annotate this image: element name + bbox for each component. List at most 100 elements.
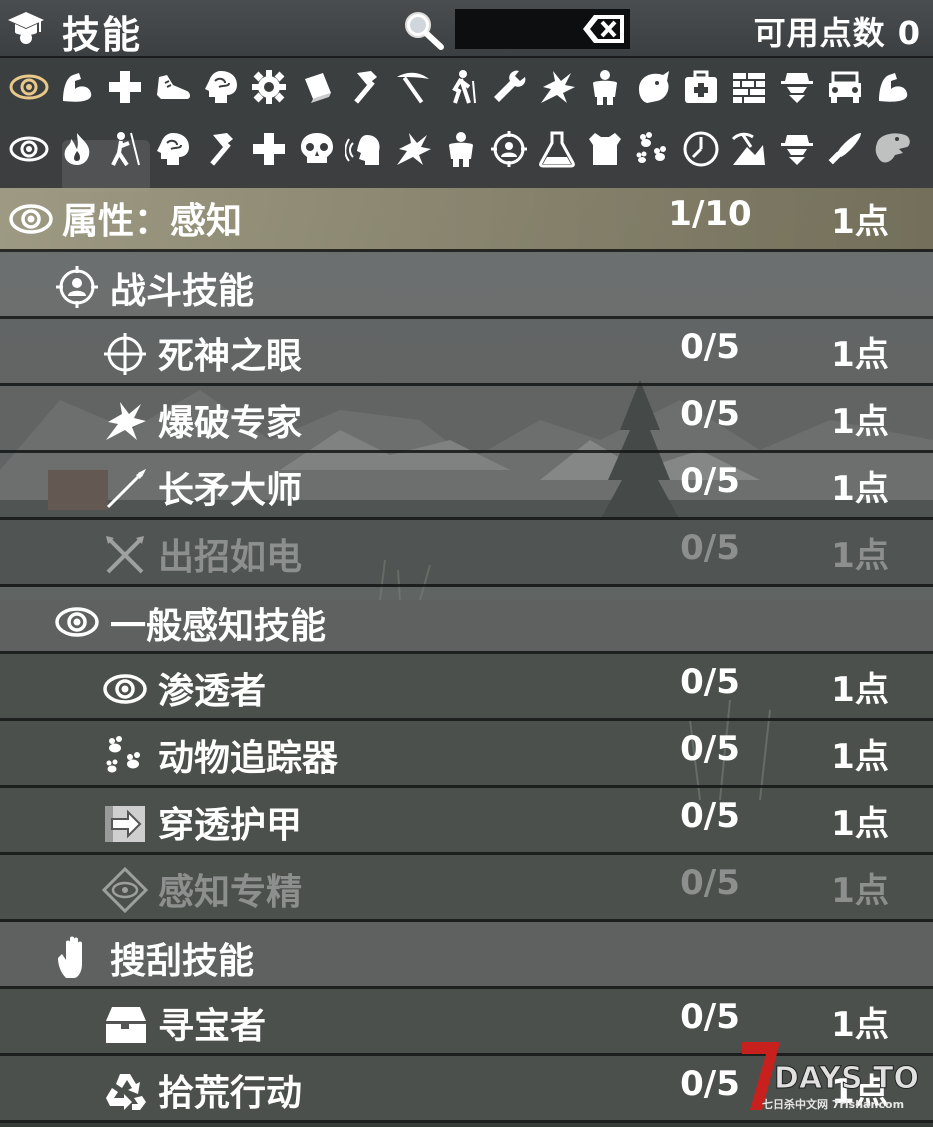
fire-icon[interactable] (54, 126, 100, 172)
target-portrait-icon (54, 264, 100, 310)
shout-head-icon[interactable] (342, 126, 388, 172)
skill-cost: 1点 (831, 335, 889, 375)
medical-cross-icon[interactable] (246, 126, 292, 172)
crosshair-icon (102, 331, 148, 377)
skill-level: 0/5 (680, 528, 740, 568)
skill-level: 0/5 (680, 327, 740, 367)
skill-name: 拾荒行动 (158, 1073, 303, 1114)
skill-cost: 1点 (831, 469, 889, 509)
knife-icon[interactable] (822, 126, 868, 172)
skill-name: 爆破专家 (158, 403, 303, 444)
header-bar: 技能 可用点数 0 (0, 0, 933, 58)
skill-row-demolitions[interactable]: 爆破专家 0/5 1点 (0, 386, 933, 453)
t-rex-icon[interactable] (870, 126, 916, 172)
skill-row-animal-tracker[interactable]: 动物追踪器 0/5 1点 (0, 721, 933, 788)
svg-text:DAYS TO DIE: DAYS TO DIE (774, 1061, 925, 1096)
points-available: 可用点数 0 (753, 14, 921, 52)
skill-cost: 1点 (831, 402, 889, 442)
pickaxe-icon[interactable] (390, 64, 436, 110)
skill-list: 属性：感知 1/10 1点 战斗技能 死神之眼 0/5 1点 爆破专家 0/5 … (0, 188, 933, 1127)
attribute-level: 1/10 (668, 194, 752, 234)
attribute-cost: 1点 (831, 202, 889, 242)
skill-level: 0/5 (680, 461, 740, 501)
crossed-spears-icon (102, 532, 148, 578)
skill-row-infiltrator[interactable]: 渗透者 0/5 1点 (0, 654, 933, 721)
clock-icon[interactable] (678, 126, 724, 172)
spy-icon[interactable] (774, 64, 820, 110)
jeep-icon[interactable] (822, 64, 868, 110)
explosion-icon[interactable] (390, 126, 436, 172)
armored-man-icon[interactable] (438, 126, 484, 172)
wrench-icon[interactable] (486, 64, 532, 110)
eye-icon (54, 599, 100, 645)
group-header-general-perception: 一般感知技能 (0, 587, 933, 654)
skill-level: 0/5 (680, 394, 740, 434)
skill-level: 0/5 (680, 997, 740, 1037)
armored-man-icon[interactable] (582, 64, 628, 110)
skill-row-perception-mastery[interactable]: 感知专精 0/5 1点 (0, 855, 933, 922)
skill-name: 死神之眼 (158, 336, 303, 377)
group-name: 搜刮技能 (110, 941, 255, 982)
explosion-icon[interactable] (534, 64, 580, 110)
page-title: 技能 (62, 13, 143, 57)
climber-icon[interactable] (102, 126, 148, 172)
spy-icon[interactable] (774, 126, 820, 172)
skill-level: 0/5 (680, 662, 740, 702)
skill-row-lightning-hands[interactable]: 出招如电 0/5 1点 (0, 520, 933, 587)
category-row-2 (6, 126, 931, 186)
brain-icon[interactable] (198, 64, 244, 110)
skill-row-spear-master[interactable]: 长矛大师 0/5 1点 (0, 453, 933, 520)
flexed-arm-icon[interactable] (870, 64, 916, 110)
spear-icon (102, 465, 148, 511)
skill-cost: 1点 (831, 871, 889, 911)
body-armor-icon[interactable] (582, 126, 628, 172)
explosion-icon (102, 398, 148, 444)
game-logo-watermark: DAYS TO DIE 七日杀中文网 7rishar.com (740, 1038, 933, 1122)
target-portrait-icon[interactable] (486, 126, 532, 172)
flask-icon[interactable] (534, 126, 580, 172)
skill-cost: 1点 (831, 737, 889, 777)
skill-row-armor-piercing[interactable]: 穿透护甲 0/5 1点 (0, 788, 933, 855)
hiker-icon[interactable] (438, 64, 484, 110)
skill-name: 出招如电 (158, 537, 303, 578)
mining-icon[interactable] (726, 126, 772, 172)
boar-head-icon[interactable] (630, 64, 676, 110)
gear-icon[interactable] (246, 64, 292, 110)
group-header-combat: 战斗技能 (0, 252, 933, 319)
attribute-row[interactable]: 属性：感知 1/10 1点 (0, 188, 933, 252)
skill-level: 0/5 (680, 729, 740, 769)
skill-row-deadeye[interactable]: 死神之眼 0/5 1点 (0, 319, 933, 386)
skill-name: 渗透者 (158, 671, 267, 712)
skull-icon[interactable] (294, 126, 340, 172)
category-filter-bar (0, 58, 933, 192)
paw-prints-icon[interactable] (630, 126, 676, 172)
first-aid-kit-icon[interactable] (678, 64, 724, 110)
recycle-icon (102, 1068, 148, 1114)
skill-level: 0/5 (680, 796, 740, 836)
search-icon[interactable] (400, 8, 446, 52)
hammer-icon[interactable] (198, 126, 244, 172)
skill-name: 感知专精 (158, 872, 303, 913)
skill-name: 长矛大师 (158, 470, 303, 511)
eye-icon[interactable] (6, 64, 52, 110)
watermark-site: 七日杀中文网 7rishar.com (762, 1097, 904, 1111)
skill-cost: 1点 (831, 670, 889, 710)
clear-search-icon[interactable] (580, 12, 628, 46)
book-icon[interactable] (294, 64, 340, 110)
attribute-name: 属性：感知 (62, 201, 243, 242)
group-name: 一般感知技能 (110, 606, 327, 647)
skill-cost: 1点 (831, 804, 889, 844)
paw-prints-icon (102, 733, 148, 779)
skill-name: 寻宝者 (158, 1006, 267, 1047)
brick-wall-icon[interactable] (726, 64, 772, 110)
category-row-1 (6, 64, 931, 124)
skills-panel: 技能 可用点数 0 属性：感知 1/10 1点 战斗技能 死神之眼 0/5 1点… (0, 0, 933, 1127)
medical-cross-icon[interactable] (102, 64, 148, 110)
running-shoe-icon[interactable] (150, 64, 196, 110)
skill-name: 穿透护甲 (158, 805, 303, 846)
hammer-icon[interactable] (342, 64, 388, 110)
flexed-arm-icon[interactable] (54, 64, 100, 110)
eye-diamond-icon (101, 866, 149, 914)
eye-icon[interactable] (6, 126, 52, 172)
brain-icon[interactable] (150, 126, 196, 172)
